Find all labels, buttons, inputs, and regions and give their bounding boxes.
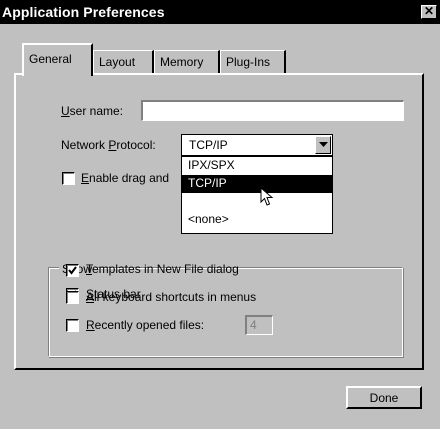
combobox-dropdown-button[interactable] <box>315 136 331 154</box>
mouse-pointer-icon <box>260 187 274 206</box>
network-protocol-label-part2: rotocol: <box>116 138 156 152</box>
network-protocol-dropdown-list[interactable]: IPX/SPX TCP/IP <none> <box>181 156 333 234</box>
combobox-value: TCP/IP <box>189 138 228 152</box>
mnemonic-r: R <box>86 318 95 332</box>
check-icon <box>68 266 77 275</box>
mnemonic-e: E <box>81 171 90 185</box>
templates-label: Templates in New File dialog <box>86 262 239 276</box>
dropdown-option-ipx[interactable]: IPX/SPX <box>182 157 332 175</box>
dropdown-option-empty[interactable] <box>182 193 332 211</box>
tab-label: Layout <box>99 55 136 69</box>
close-button[interactable]: ✕ <box>421 5 437 19</box>
tab-plugins[interactable]: Plug-Ins <box>220 50 286 74</box>
user-name-label-text: ser name: <box>69 104 124 118</box>
title-bar[interactable]: Application Preferences ✕ <box>0 0 440 24</box>
recent-files-label: Recently opened files: <box>86 318 204 332</box>
mnemonic-u: U <box>61 104 70 118</box>
window-title: Application Preferences <box>2 4 165 20</box>
network-protocol-combobox[interactable]: TCP/IP <box>181 134 333 156</box>
user-name-input[interactable] <box>141 100 404 121</box>
done-button[interactable]: Done <box>346 386 422 409</box>
drag-drop-label-text: nable drag and <box>89 171 170 185</box>
preferences-window: Application Preferences ✕ General Layout… <box>0 0 440 429</box>
network-protocol-label-part1: Network <box>61 138 109 152</box>
mnemonic-a: A <box>86 290 95 304</box>
recent-files-count-input[interactable]: 4 <box>245 315 273 335</box>
recent-files-label-text: ecently opened files: <box>94 318 205 332</box>
tab-general[interactable]: General <box>22 43 93 76</box>
drag-drop-checkbox[interactable] <box>62 172 75 185</box>
drag-drop-label: Enable drag and <box>81 171 169 185</box>
network-protocol-label: Network Protocol: <box>61 138 156 152</box>
recent-files-checkbox[interactable] <box>66 319 79 332</box>
keyboard-shortcuts-checkbox[interactable] <box>66 291 79 304</box>
tab-layout[interactable]: Layout <box>93 50 154 74</box>
arrow-down-icon <box>319 142 328 147</box>
user-name-label: User name: <box>61 104 123 118</box>
close-icon: ✕ <box>423 4 435 18</box>
keyboard-shortcuts-label-text: ll keyboard shortcuts in menus <box>94 290 257 304</box>
dropdown-option-tcpip[interactable]: TCP/IP <box>182 175 332 193</box>
tab-memory[interactable]: Memory <box>154 50 220 74</box>
show-groupbox <box>48 267 403 357</box>
keyboard-shortcuts-label: All keyboard shortcuts in menus <box>86 290 256 304</box>
tab-label: Plug-Ins <box>226 55 271 69</box>
tab-label: Memory <box>160 55 204 69</box>
templates-label-text: emplates in New File dialog <box>92 262 239 276</box>
templates-row-checkbox[interactable] <box>66 264 79 277</box>
dropdown-option-none[interactable]: <none> <box>182 211 332 229</box>
tab-label: General <box>29 52 72 66</box>
